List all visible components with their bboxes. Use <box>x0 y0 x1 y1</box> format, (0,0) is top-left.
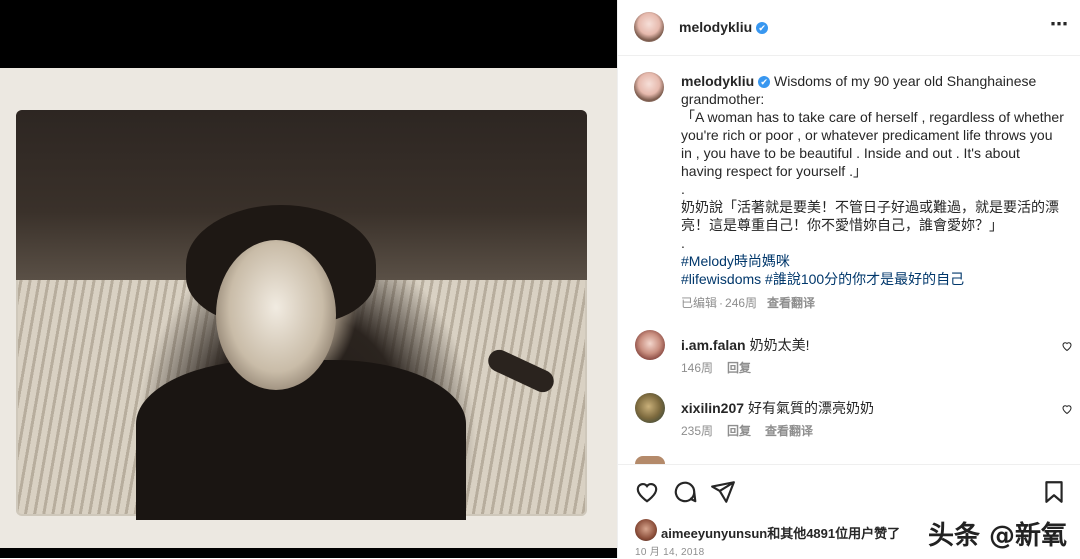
reply-button[interactable]: 回复 <box>727 361 751 375</box>
caption-quote-chinese: 奶奶說「活著就是要美！不管日子好過或難過，就是要活的漂亮！這是尊重自己！你不愛惜… <box>681 199 1059 233</box>
post-age[interactable]: 246周 <box>725 296 757 310</box>
commenter-username[interactable]: xixilin207 <box>681 400 744 416</box>
edited-label: 已编辑 <box>681 296 718 310</box>
reply-button[interactable]: 回复 <box>727 424 751 438</box>
caption-meta: 已编辑 · 246周 查看翻译 <box>681 294 1065 312</box>
commenter-avatar <box>635 456 665 464</box>
comment-text: 奶奶太美! <box>749 337 810 353</box>
hashtag-link[interactable]: #lifewisdoms <box>681 271 761 287</box>
liked-by-avatar[interactable] <box>635 519 657 541</box>
author-avatar[interactable] <box>634 12 664 42</box>
meta-dot: · <box>719 296 724 310</box>
like-heart-icon[interactable] <box>634 479 660 505</box>
see-translation-link[interactable]: 查看翻译 <box>767 296 815 310</box>
post-date[interactable]: 10 月 14, 2018 <box>635 543 705 558</box>
commenter-avatar[interactable] <box>635 330 665 360</box>
share-send-icon[interactable] <box>710 479 736 505</box>
liked-by-text: aimeeyunyunsun和其他4891位用户赞了 <box>661 523 900 542</box>
post-details-panel: melodykliu ✔ ⋯ melodykliu ✔ Wisdoms of my … <box>617 0 1080 558</box>
like-comment-heart-icon[interactable] <box>1061 340 1073 352</box>
post-photo[interactable] <box>16 110 587 520</box>
comment-age[interactable]: 235周 <box>681 424 713 438</box>
caption-separator: . <box>681 235 685 251</box>
caption-username[interactable]: melodykliu <box>681 73 754 89</box>
liked-by-username[interactable]: aimeeyunyunsun <box>661 526 767 541</box>
comment-bubble-icon[interactable] <box>672 479 698 505</box>
post-header: melodykliu ✔ ⋯ <box>618 0 1080 56</box>
author-username[interactable]: melodykliu ✔ <box>679 19 769 35</box>
watermark-text: 头条 @新氧 <box>927 521 1067 551</box>
commenter-avatar[interactable] <box>635 393 665 423</box>
like-comment-heart-icon[interactable] <box>1061 403 1073 415</box>
post-caption: melodykliu ✔ Wisdoms of my 90 year old Sh… <box>681 72 1065 312</box>
commenter-username[interactable]: i.am.falan <box>681 337 746 353</box>
hashtag-link[interactable]: #誰說100分的你才是最好的自己 <box>765 271 964 287</box>
comment-text: 好有氣質的漂亮奶奶 <box>748 400 875 416</box>
caption-quote-english: 「A woman has to take care of herself , r… <box>681 109 1068 179</box>
post-photo-panel <box>0 0 617 558</box>
verified-badge-icon: ✔ <box>756 22 769 34</box>
comment-age[interactable]: 146周 <box>681 361 713 375</box>
hashtag-link[interactable]: #Melody時尚媽咪 <box>681 253 790 269</box>
caption-separator: . <box>681 181 685 197</box>
caption-author-avatar[interactable] <box>634 72 664 102</box>
liked-by-count[interactable]: 和其他4891位用户赞了 <box>767 526 900 541</box>
save-bookmark-icon[interactable] <box>1041 479 1067 505</box>
see-translation-link[interactable]: 查看翻译 <box>765 424 813 438</box>
more-options-icon[interactable]: ⋯ <box>1050 14 1069 35</box>
verified-badge-icon: ✔ <box>758 76 771 88</box>
